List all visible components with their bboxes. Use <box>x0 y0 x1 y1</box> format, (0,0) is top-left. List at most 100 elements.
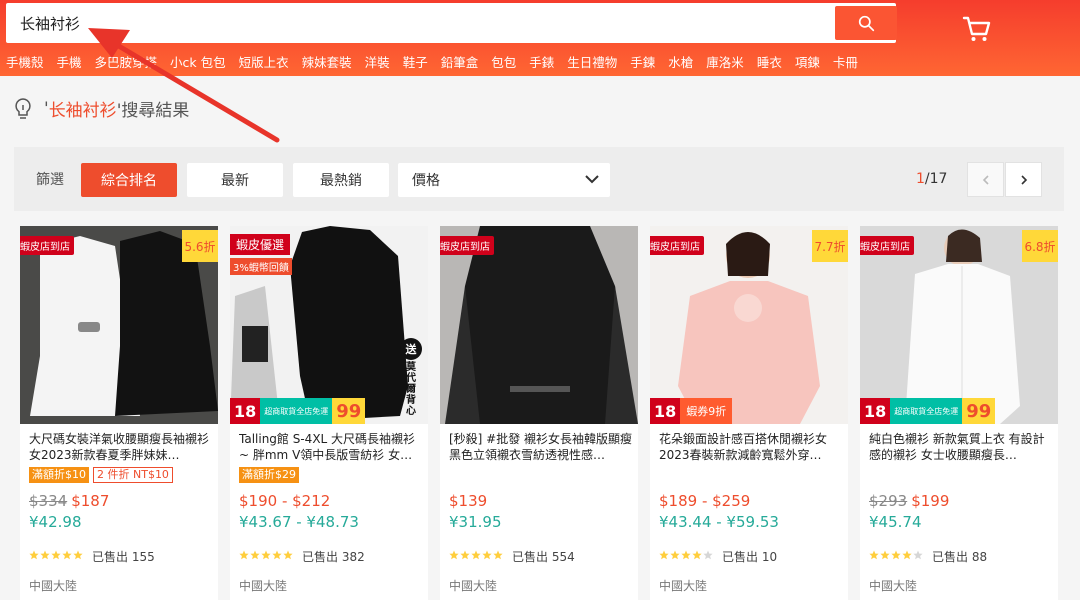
product-title[interactable]: Talling館 S-4XL 大尺碼長袖襯衫 ~ 胖mm V領中長版雪紡衫 女… <box>239 431 423 463</box>
page-total: /17 <box>924 171 948 187</box>
hot-word-item[interactable]: 包包 <box>491 52 516 71</box>
search-icon <box>858 15 874 31</box>
hot-word-item[interactable]: 短版上衣 <box>239 52 289 71</box>
rating-stars <box>869 550 923 560</box>
filter-label: 篩選 <box>36 172 64 188</box>
hot-word-item[interactable]: 多巴胺穿搭 <box>95 52 158 71</box>
promo-99-number: 99 <box>332 398 366 424</box>
ship-origin: 中國大陸 <box>869 579 918 593</box>
rmb-price: ¥43.44 - ¥59.53 <box>659 513 779 531</box>
prev-page-button[interactable] <box>967 162 1004 197</box>
promo-18-badge: 18 超商取貨全店免運 99 <box>230 398 366 424</box>
gift-text: 莫代爾背心 <box>406 362 416 417</box>
sold-count: 已售出 382 <box>302 550 365 564</box>
promo-18-badge: 18 超商取貨全店免運 99 <box>860 398 996 424</box>
product-tags: 滿額折$10 2 件折 NT$10 <box>29 467 173 483</box>
price-sort-label: 價格 <box>412 173 440 189</box>
discount-badge: 5.6折 <box>182 230 218 262</box>
star-icon <box>482 550 492 560</box>
shop-pickup-badge: 蝦皮店到店 <box>440 236 494 255</box>
product-price: $334 $187 <box>29 492 109 510</box>
product-title[interactable]: 純白色襯衫 新款氣質上衣 有設計感的襯衫 女士收腰顯瘦長… <box>869 431 1053 463</box>
promo-18-badge: 18 蝦券9折 <box>650 398 733 424</box>
star-icon <box>51 550 61 560</box>
star-icon <box>73 550 83 560</box>
shop-pickup-badge: 蝦皮店到店 <box>20 236 74 255</box>
hot-word-item[interactable]: 手鍊 <box>630 52 655 71</box>
promo-free-shipping-text: 超商取貨全店免運 <box>890 398 963 424</box>
hot-word-item[interactable]: 水槍 <box>668 52 693 71</box>
rating-stars <box>29 550 83 560</box>
hot-word-item[interactable]: 鉛筆盒 <box>441 52 479 71</box>
header: 手機殼手機多巴胺穿搭小ck 包包短版上衣辣妹套裝洋裝鞋子鉛筆盒包包手錶生日禮物手… <box>0 0 1080 76</box>
sale-price: $199 <box>911 492 950 510</box>
lightbulb-icon <box>15 97 31 119</box>
product-title[interactable]: 大尺碼女裝洋氣收腰顯瘦長袖襯衫女2023新款春夏季胖妹妹… <box>29 431 213 463</box>
gift-badge: 送 <box>400 338 422 360</box>
sale-price: $190 - $212 <box>239 492 331 510</box>
sale-price: $189 - $259 <box>659 492 751 510</box>
sold-count: 已售出 554 <box>512 550 575 564</box>
ship-origin: 中國大陸 <box>29 579 78 593</box>
product-title[interactable]: [秒殺] #批發 襯衫女長袖韓版顯瘦黑色立領襯衣雪紡透視性感… <box>449 431 633 463</box>
hot-word-item[interactable]: 洋裝 <box>365 52 390 71</box>
hot-word-item[interactable]: 生日禮物 <box>567 52 617 71</box>
search-result-heading: ' 长袖衬衫 '搜尋結果 <box>12 96 189 121</box>
cart-icon[interactable] <box>962 14 992 44</box>
promo-free-shipping-text: 超商取貨全店免運 <box>260 398 333 424</box>
product-image[interactable]: 蝦皮店到店 5.6折 <box>20 226 218 424</box>
product-image[interactable]: 蝦皮店到店 7.7折 18 蝦券9折 <box>650 226 848 424</box>
discount-badge: 6.8折 <box>1022 230 1058 262</box>
product-card[interactable]: 蝦皮店到店 7.7折 18 蝦券9折 花朵鍛面設計感百搭休閒襯衫女2023春裝新款減齡寬… <box>650 226 848 600</box>
ship-origin: 中國大陸 <box>449 579 498 593</box>
product-image[interactable]: 蝦皮店到店 <box>440 226 638 424</box>
sold-count: 已售出 155 <box>92 550 155 564</box>
hot-word-item[interactable]: 小ck 包包 <box>170 52 226 71</box>
chevron-left-icon <box>982 174 989 185</box>
product-card[interactable]: 蝦皮店到店 5.6折大尺碼女裝洋氣收腰顯瘦長袖襯衫女2023新款春夏季胖妹妹… 滿額… <box>20 226 218 600</box>
sort-relevance-button[interactable]: 綜合排名 <box>81 163 177 197</box>
star-icon <box>272 550 282 560</box>
product-image[interactable]: 蝦皮店到店 6.8折 18 超商取貨全店免運 99 <box>860 226 1058 424</box>
hot-word-item[interactable]: 卡冊 <box>833 52 858 71</box>
sale-price: $187 <box>71 492 110 510</box>
product-card[interactable]: 蝦皮優選 3%蝦幣回饋送莫代爾背心 18 超商取貨全店免運 99 Talling館 S-4… <box>230 226 428 600</box>
preferred-badge: 蝦皮優選 <box>230 234 291 255</box>
sale-price: $139 <box>449 492 488 510</box>
search-button[interactable] <box>835 6 897 40</box>
star-icon <box>891 550 901 560</box>
sort-filter-bar: 篩選 綜合排名 最新 最熱銷 價格 1/17 <box>14 147 1064 211</box>
product-tag: 2 件折 NT$10 <box>93 467 173 483</box>
hot-word-item[interactable]: 辣妹套裝 <box>302 52 352 71</box>
star-icon <box>250 550 260 560</box>
hot-word-item[interactable]: 手錶 <box>529 52 554 71</box>
star-icon <box>681 550 691 560</box>
star-icon <box>283 550 293 560</box>
hot-word-item[interactable]: 手機殼 <box>6 52 44 71</box>
product-card[interactable]: 蝦皮店到店 6.8折 18 超商取貨全店免運 99 純白色襯衫 新款氣質上衣 有設計感的襯… <box>860 226 1058 600</box>
star-icon <box>670 550 680 560</box>
product-price: $139 <box>449 492 487 510</box>
product-title[interactable]: 花朵鍛面設計感百搭休閒襯衫女2023春裝新款減齡寬鬆外穿… <box>659 431 843 463</box>
sort-latest-button[interactable]: 最新 <box>187 163 283 197</box>
star-icon <box>471 550 481 560</box>
star-icon <box>239 550 249 560</box>
rating-stars <box>659 550 713 560</box>
next-page-button[interactable] <box>1005 162 1042 197</box>
hot-word-item[interactable]: 睡衣 <box>757 52 782 71</box>
sort-top-sales-button[interactable]: 最熱銷 <box>293 163 389 197</box>
hot-search-words: 手機殼 手機 多巴胺穿搭 小ck 包包 短版上衣 辣妹套裝 洋裝 鞋子 鉛筆盒 包包 手錶 生日禮物手… <box>6 52 871 71</box>
hot-word-item[interactable]: 手機 <box>57 52 82 71</box>
product-card[interactable]: 蝦皮店到店 [秒殺] #批發 襯衫女長袖韓版顯瘦黑色立領襯衣雪紡透視性感… $139… <box>440 226 638 600</box>
search-input[interactable] <box>6 3 826 43</box>
discount-badge: 7.7折 <box>812 230 848 262</box>
price-sort-select[interactable]: 價格 <box>398 163 610 197</box>
promo-18-number: 18 <box>650 398 681 424</box>
ship-origin: 中國大陸 <box>659 579 708 593</box>
hot-word-item[interactable]: 項鍊 <box>795 52 820 71</box>
hot-word-item[interactable]: 鞋子 <box>403 52 428 71</box>
product-image[interactable]: 蝦皮優選 3%蝦幣回饋送莫代爾背心 18 超商取貨全店免運 99 <box>230 226 428 424</box>
product-price: $190 - $212 <box>239 492 330 510</box>
page-indicator: 1/17 <box>916 171 947 187</box>
hot-word-item[interactable]: 庫洛米 <box>706 52 744 71</box>
